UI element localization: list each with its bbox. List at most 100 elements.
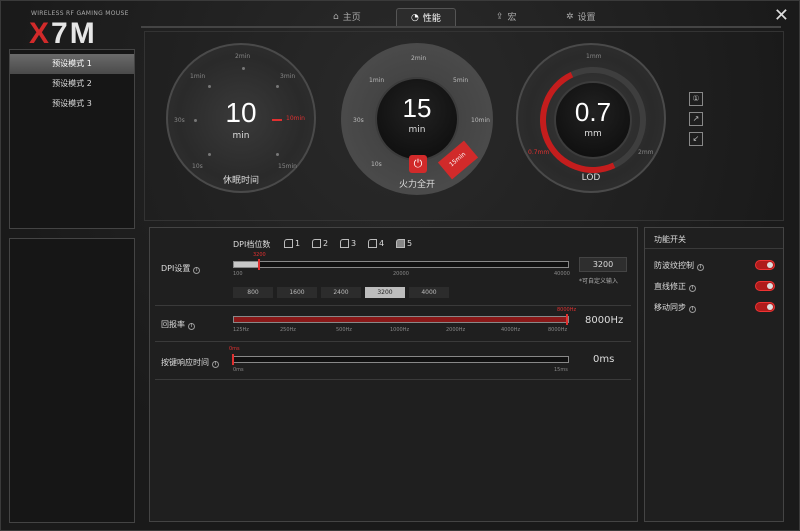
tab-macro-label: 宏 <box>507 13 517 23</box>
dpi-level-3[interactable]: 3 <box>340 239 356 248</box>
dpi-level-label: 2 <box>323 239 329 248</box>
level-icon <box>368 239 377 248</box>
sleep-tick: 3min <box>280 73 296 80</box>
polling-slider-fill <box>234 317 568 322</box>
sleep-dot <box>276 85 279 88</box>
feature-label: 防波纹控制 <box>654 261 694 270</box>
polling-label-text: 回报率 <box>161 320 185 329</box>
debounce-slider-thumb[interactable] <box>232 354 234 365</box>
lod-tick-top: 1mm <box>586 53 602 60</box>
sleep-dot <box>208 85 211 88</box>
polling-scale: 4000Hz <box>501 327 521 333</box>
tab-macro[interactable]: ⇪ 宏 <box>496 10 517 24</box>
tab-performance[interactable]: ◔ 性能 <box>396 8 456 26</box>
info-icon[interactable]: i <box>193 267 201 274</box>
dpi-slider[interactable] <box>233 261 569 268</box>
dpi-level-2[interactable]: 2 <box>312 239 328 248</box>
dpi-marker: 3200 <box>253 252 266 258</box>
gauge-icon: ◔ <box>411 12 419 23</box>
lod-tick-high: 2mm <box>638 149 654 156</box>
close-icon[interactable]: ✕ <box>774 5 789 26</box>
divider <box>155 305 631 306</box>
import-icon[interactable]: ↙ <box>689 132 703 146</box>
info-icon[interactable]: i <box>689 285 696 292</box>
fire-dial[interactable]: 2min 1min 5min 30s 10s 10min 15 min ⏻ 15… <box>341 43 493 195</box>
polling-scale: 1000Hz <box>390 327 410 333</box>
fire-tick: 5min <box>453 77 469 84</box>
angle-snap-toggle[interactable] <box>755 281 775 291</box>
feature-panel-title: 功能开关 <box>654 235 686 244</box>
dpi-preset-button[interactable]: 1600 <box>277 287 317 298</box>
feature-label: 直线修正 <box>654 282 686 291</box>
secondary-panel <box>9 238 135 523</box>
gear-icon: ✲ <box>566 11 574 22</box>
sleep-dial[interactable]: 2min 3min 1min 30s 10s 15min 10 min 10mi… <box>166 43 316 193</box>
info-icon[interactable]: i <box>697 264 704 271</box>
dpi-value-input[interactable]: 3200 <box>579 257 627 272</box>
dpi-preset-button[interactable]: 2400 <box>321 287 361 298</box>
preset-item-3[interactable]: 预设模式 3 <box>10 94 134 114</box>
fire-unit: min <box>408 125 426 135</box>
sleep-marker-line <box>272 119 282 121</box>
dpi-scale: 100 <box>233 271 243 277</box>
side-icon-group: ① ↗ ↙ <box>689 92 703 152</box>
info-icon[interactable]: i <box>188 323 195 330</box>
dpi-slider-thumb[interactable] <box>258 259 260 270</box>
fire-tick: 10min <box>471 117 490 124</box>
polling-slider-thumb[interactable] <box>566 314 568 325</box>
tab-settings[interactable]: ✲ 设置 <box>566 10 596 24</box>
dpi-level-5[interactable]: 5 <box>396 239 412 248</box>
brand-tagline: WIRELESS RF GAMING MOUSE <box>31 10 129 17</box>
dpi-level-4[interactable]: 4 <box>368 239 384 248</box>
sleep-value: 10 <box>225 97 257 128</box>
tab-home[interactable]: ⌂ 主页 <box>333 10 361 24</box>
sleep-dot <box>208 153 211 156</box>
dpi-label-text: DPI设置 <box>161 264 191 273</box>
motion-sync-toggle[interactable] <box>755 302 775 312</box>
debounce-scale: 15ms <box>554 367 568 373</box>
preset-item-2[interactable]: 预设模式 2 <box>10 74 134 94</box>
feature-panel: 功能开关 防波纹控制 i 直线修正 i 移动同步 i <box>644 227 784 522</box>
macro-icon: ⇪ <box>496 11 504 22</box>
preset-item-1[interactable]: 预设模式 1 <box>10 54 134 74</box>
level-icon <box>340 239 349 248</box>
power-icon[interactable]: ⏻ <box>409 155 427 173</box>
export-icon[interactable]: ↗ <box>689 112 703 126</box>
lod-tick-low: 0.7mm <box>528 149 550 156</box>
dpi-preset-button[interactable]: 800 <box>233 287 273 298</box>
dpi-scale: 40000 <box>554 271 570 277</box>
dpi-preset-button[interactable]: 4000 <box>409 287 449 298</box>
debounce-marker: 0ms <box>229 346 240 352</box>
dpi-level-1[interactable]: 1 <box>284 239 300 248</box>
polling-scale: 2000Hz <box>446 327 466 333</box>
dpi-levels-label: DPI档位数 <box>233 240 271 249</box>
lod-value: 0.7 <box>574 97 612 127</box>
feature-row-ripple: 防波纹控制 i <box>654 260 704 271</box>
divider <box>155 379 631 380</box>
polling-scale: 250Hz <box>280 327 296 333</box>
sleep-unit: min <box>232 131 250 141</box>
info-icon[interactable]: ① <box>689 92 703 106</box>
dpi-preset-button[interactable]: 3200 <box>365 287 405 298</box>
debounce-slider[interactable] <box>233 356 569 363</box>
ripple-control-toggle[interactable] <box>755 260 775 270</box>
lod-dial[interactable]: 0.7 mm 1mm 0.7mm 2mm LOD <box>516 43 666 193</box>
divider <box>155 341 631 342</box>
info-icon[interactable]: i <box>212 361 219 368</box>
polling-marker: 8000Hz <box>557 307 577 313</box>
dpi-slider-fill <box>234 262 260 267</box>
nav-underline <box>141 26 781 28</box>
debounce-label-text: 按键响应时间 <box>161 358 209 367</box>
polling-slider[interactable] <box>233 316 569 323</box>
polling-value: 8000Hz <box>585 315 624 326</box>
fire-tick: 1min <box>369 77 385 84</box>
level-icon <box>312 239 321 248</box>
feature-label: 移动同步 <box>654 303 686 312</box>
polling-scale: 125Hz <box>233 327 249 333</box>
info-icon[interactable]: i <box>689 306 696 313</box>
fire-value: 15 <box>402 93 432 123</box>
sleep-dot <box>276 153 279 156</box>
polling-scale: 500Hz <box>336 327 352 333</box>
sleep-caption: 休眠时间 <box>222 176 259 186</box>
lod-unit: mm <box>584 129 602 139</box>
